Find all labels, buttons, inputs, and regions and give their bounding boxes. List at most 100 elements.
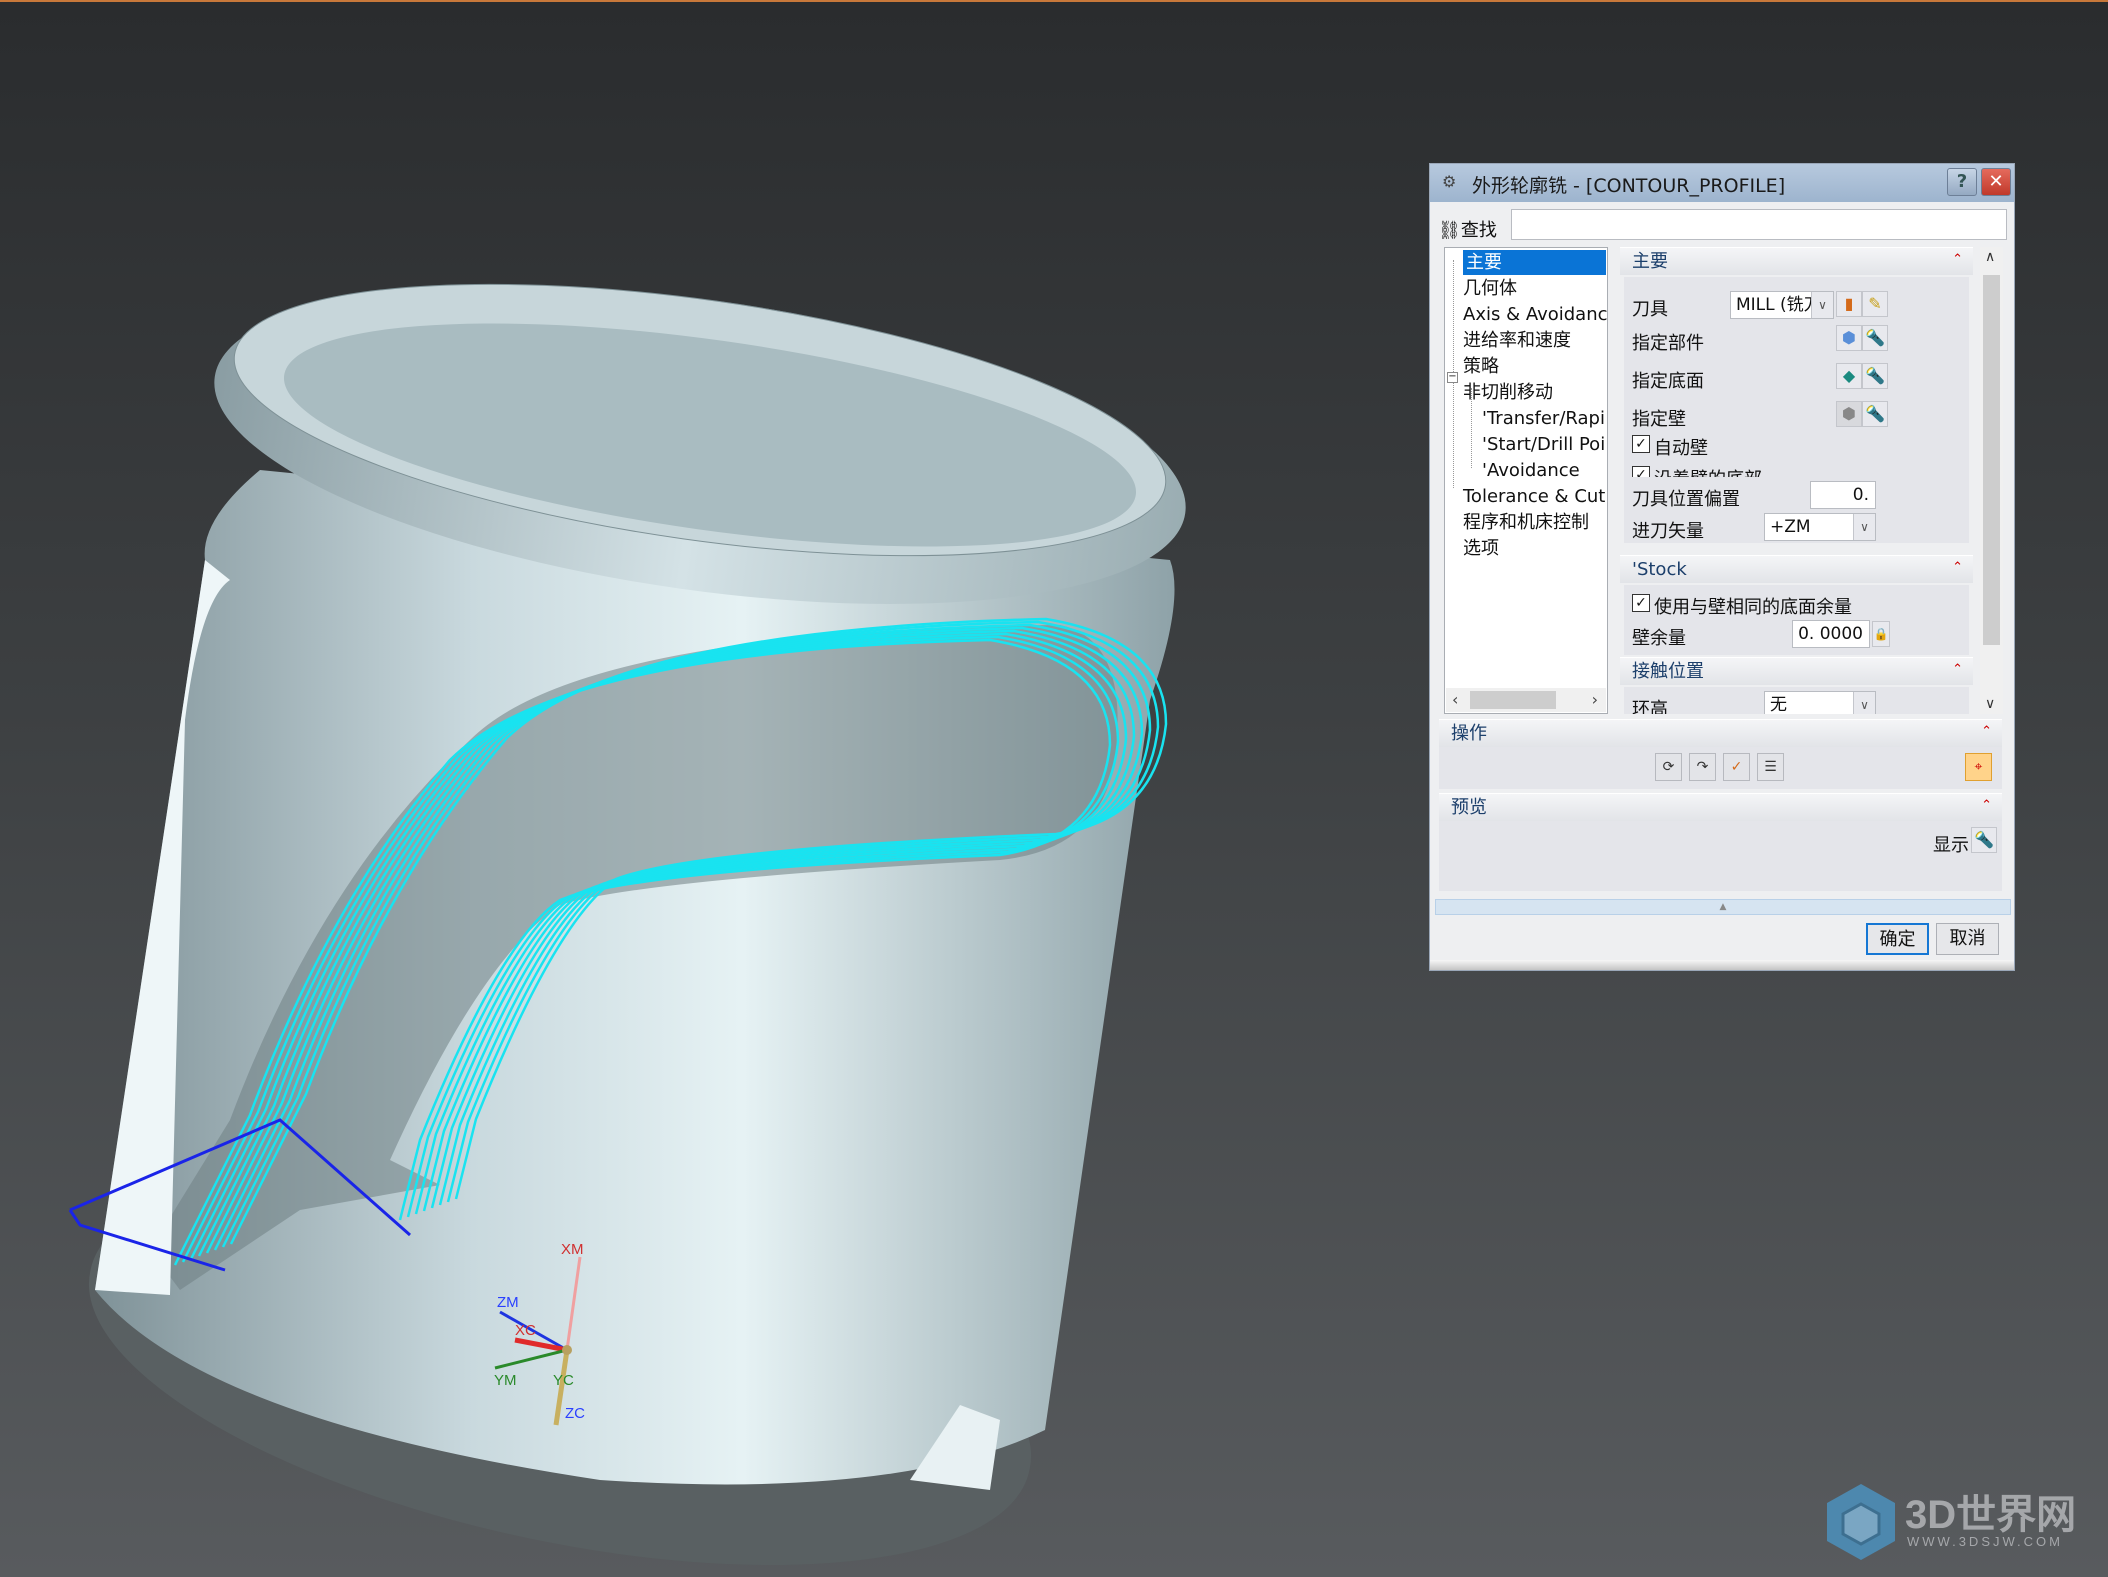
section-header-preview[interactable]: 预览 ⌃ xyxy=(1439,793,2002,821)
gear-icon: ⚙ xyxy=(1442,172,1457,191)
point-to-point-icon[interactable]: ⌖ xyxy=(1965,753,1992,781)
lock-icon[interactable]: 🔒 xyxy=(1872,621,1890,647)
scroll-thumb[interactable] xyxy=(1983,275,2000,645)
edit-tool-icon[interactable]: ✎ xyxy=(1862,291,1888,317)
tool-select[interactable]: MILL (铣刀-5 ∨ xyxy=(1730,291,1834,319)
tree-item-start-drill-points[interactable]: 'Start/Drill Poi xyxy=(1482,432,1605,457)
settings-panel: 主要 ⌃ 刀具 MILL (铣刀-5 ∨ ▮ ✎ 指定部件 ⬢ 🔦 指定底面 ◆ 🔦… xyxy=(1620,247,1973,714)
show-label: 显示 xyxy=(1933,835,1969,856)
preview-body: 显示 🔦 xyxy=(1439,821,2002,891)
section-stock-body: ✓ 使用与壁相同的底面余量 壁余量 0. 0000 🔒 xyxy=(1624,585,1969,655)
section-header-main[interactable]: 主要 ⌃ xyxy=(1620,247,1973,275)
ok-button[interactable]: 确定 xyxy=(1866,923,1929,955)
watermark-url: WWW.3DSJW.COM xyxy=(1907,1534,2063,1549)
scroll-up-icon[interactable]: ∧ xyxy=(1985,249,1995,265)
collapse-icon[interactable]: ⌃ xyxy=(1952,247,1963,274)
ring-height-value: 无 xyxy=(1770,695,1787,714)
tool-offset-label: 刀具位置偏置 xyxy=(1632,489,1740,510)
navigation-tree: 主要 几何体 Axis & Avoidanc 进给率和速度 策略 − 非切削移动… xyxy=(1444,247,1608,714)
list-icon[interactable]: ☰ xyxy=(1757,753,1784,781)
section-header-actions[interactable]: 操作 ⌃ xyxy=(1439,719,2002,747)
verify-icon[interactable]: ✓ xyxy=(1723,753,1750,781)
collapse-icon[interactable]: ⌃ xyxy=(1981,718,1992,746)
generate-icon[interactable]: ⟳ xyxy=(1655,753,1682,781)
tree-item-machine-control[interactable]: 程序和机床控制 xyxy=(1463,510,1589,535)
actions-toolbar: ⟳ ↷ ✓ ☰ ⌖ xyxy=(1439,747,2002,789)
display-flashlight-icon[interactable]: 🔦 xyxy=(1971,827,1997,853)
tree-item-tolerance[interactable]: Tolerance & Cut xyxy=(1463,484,1605,509)
search-input[interactable] xyxy=(1511,209,2007,240)
section-header-contact[interactable]: 接触位置 ⌃ xyxy=(1620,657,1973,685)
section-title: 主要 xyxy=(1632,251,1668,272)
section-header-stock[interactable]: 'Stock ⌃ xyxy=(1620,555,1973,583)
tool-label: 刀具 xyxy=(1632,299,1668,320)
same-floor-stock-checkbox[interactable]: ✓ xyxy=(1632,594,1650,612)
collapse-icon[interactable]: ⌃ xyxy=(1952,656,1963,684)
scroll-left-icon[interactable]: ‹ xyxy=(1452,688,1458,712)
wall-stock-input[interactable]: 0. 0000 xyxy=(1792,620,1870,648)
ring-height-label: 环高 xyxy=(1632,699,1668,714)
collapse-bar[interactable]: ▲ xyxy=(1435,899,2011,915)
resize-grip[interactable] xyxy=(1430,960,2014,970)
auto-wall-checkbox[interactable]: ✓ xyxy=(1632,435,1650,453)
tree-item-non-cutting-moves[interactable]: 非切削移动 xyxy=(1463,380,1553,405)
select-floor-icon[interactable]: ◆ xyxy=(1836,363,1862,389)
panel-vertical-scrollbar[interactable]: ∧ ∨ xyxy=(1980,247,2003,714)
help-button[interactable]: ? xyxy=(1947,168,1977,196)
feed-vector-select[interactable]: +ZM ∨ xyxy=(1764,513,1876,541)
dialog-title: 外形轮廓铣 - [CONTOUR_PROFILE] xyxy=(1472,175,1786,197)
tool-offset-input[interactable]: 0. 0000 xyxy=(1810,481,1876,531)
auto-wall-label: 自动壁 xyxy=(1654,438,1708,459)
axis-label-xc: XC xyxy=(515,1322,536,1339)
axis-label-ym: YM xyxy=(494,1372,517,1389)
binoculars-icon: ⛓ xyxy=(1438,220,1461,241)
section-contact-body: 环高 无 ∨ xyxy=(1624,687,1969,714)
axis-label-zm: ZM xyxy=(497,1294,519,1311)
watermark-text: 3D世界网 xyxy=(1905,1493,2077,1537)
wall-stock-label: 壁余量 xyxy=(1632,628,1686,649)
contour-profile-dialog: ⚙ 外形轮廓铣 - [CONTOUR_PROFILE] ? ✕ ⛓查找 主要 几… xyxy=(1429,163,2015,971)
section-main-body: 刀具 MILL (铣刀-5 ∨ ▮ ✎ 指定部件 ⬢ 🔦 指定底面 ◆ 🔦 指定壁… xyxy=(1624,277,1969,490)
tree-item-main[interactable]: 主要 xyxy=(1463,250,1606,275)
axis-label-xm: XM xyxy=(561,1241,584,1258)
tree-item-strategy[interactable]: 策略 xyxy=(1463,354,1499,379)
collapse-toggle[interactable]: − xyxy=(1447,372,1458,383)
specify-wall-label: 指定壁 xyxy=(1632,409,1686,430)
select-wall-icon[interactable]: ⬢ xyxy=(1836,401,1862,427)
tree-item-geometry[interactable]: 几何体 xyxy=(1463,276,1517,301)
feed-vector-label: 进刀矢量 xyxy=(1632,521,1704,542)
scroll-down-icon[interactable]: ∨ xyxy=(1985,696,1995,712)
cancel-button[interactable]: 取消 xyxy=(1936,923,1999,955)
piston-part[interactable] xyxy=(88,233,1205,1566)
select-part-icon[interactable]: ⬢ xyxy=(1836,325,1862,351)
feed-vector-value: +ZM xyxy=(1770,517,1811,537)
specify-floor-label: 指定底面 xyxy=(1632,371,1704,392)
search-label-text: 查找 xyxy=(1460,220,1497,241)
new-tool-icon[interactable]: ▮ xyxy=(1836,291,1862,317)
display-flashlight-icon[interactable]: 🔦 xyxy=(1862,325,1888,351)
section-main-body-2: 刀具位置偏置 0. 0000 进刀矢量 +ZM ∨ xyxy=(1624,477,1969,543)
axis-label-yc: YC xyxy=(553,1372,574,1389)
section-title: 操作 xyxy=(1451,723,1487,744)
dialog-title-bar[interactable]: ⚙ 外形轮廓铣 - [CONTOUR_PROFILE] ? ✕ xyxy=(1430,164,2014,202)
tree-item-axis-avoidance[interactable]: Axis & Avoidanc xyxy=(1463,302,1607,327)
display-flashlight-icon[interactable]: 🔦 xyxy=(1862,401,1888,427)
section-title: 'Stock xyxy=(1632,559,1687,580)
specify-part-label: 指定部件 xyxy=(1632,333,1704,354)
ring-height-select[interactable]: 无 ∨ xyxy=(1764,691,1876,714)
search-label: ⛓查找 xyxy=(1438,216,1497,242)
tree-horizontal-scrollbar[interactable]: ‹ › xyxy=(1446,688,1606,712)
tree-item-avoidance[interactable]: 'Avoidance xyxy=(1482,458,1580,483)
scroll-right-icon[interactable]: › xyxy=(1592,688,1598,712)
tree-item-transfer-rapid[interactable]: 'Transfer/Rapi xyxy=(1482,406,1605,431)
watermark: 3D世界网 WWW.3DSJW.COM xyxy=(1823,1482,2093,1562)
collapse-icon[interactable]: ⌃ xyxy=(1981,792,1992,820)
scroll-thumb[interactable] xyxy=(1470,691,1556,709)
collapse-icon[interactable]: ⌃ xyxy=(1952,554,1963,582)
close-button[interactable]: ✕ xyxy=(1981,168,2011,196)
chevron-down-icon: ∨ xyxy=(1853,692,1875,714)
tree-item-options[interactable]: 选项 xyxy=(1463,536,1499,561)
tree-item-feeds-speeds[interactable]: 进给率和速度 xyxy=(1463,328,1571,353)
display-flashlight-icon[interactable]: 🔦 xyxy=(1862,363,1888,389)
replay-icon[interactable]: ↷ xyxy=(1689,753,1716,781)
